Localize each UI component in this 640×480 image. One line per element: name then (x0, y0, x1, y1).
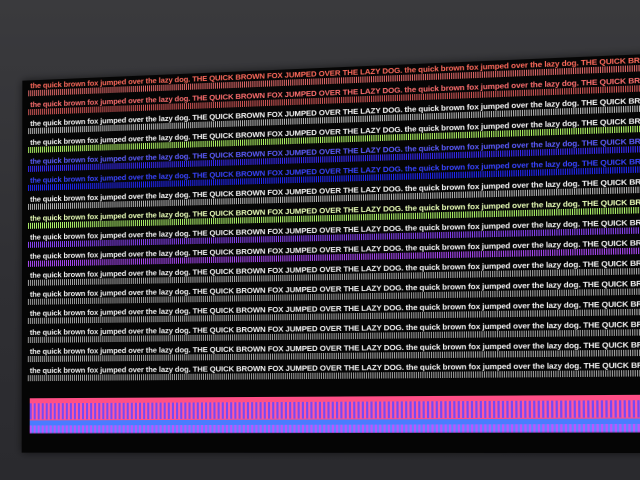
pink-purple-stripe-band (29, 400, 640, 420)
display-screen: the quick brown fox jumped over the lazy… (21, 53, 640, 454)
text-rows: the quick brown fox jumped over the lazy… (22, 54, 640, 384)
blue-stripe-band (29, 423, 640, 434)
photo-scene: the quick brown fox jumped over the lazy… (0, 0, 640, 480)
